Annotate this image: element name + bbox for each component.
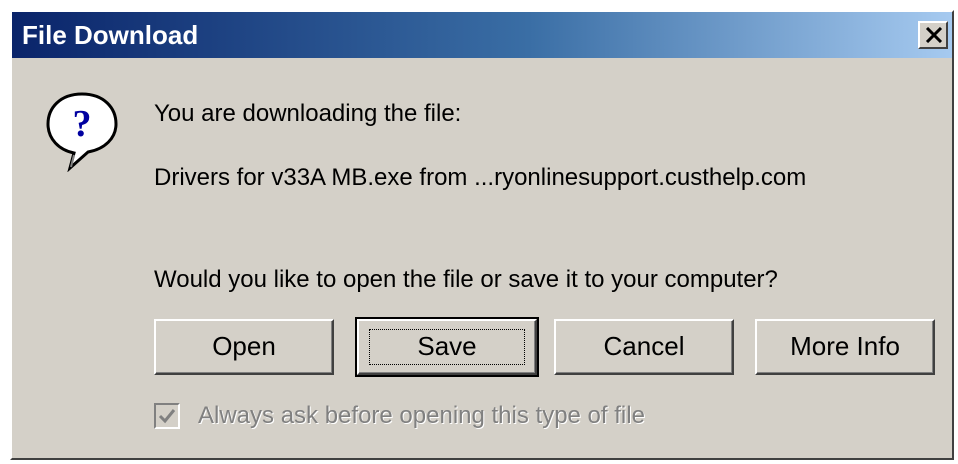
cancel-button[interactable]: Cancel bbox=[554, 319, 734, 375]
title-bar[interactable]: File Download bbox=[12, 12, 952, 58]
file-name-text: Drivers for v33A MB.exe from ...ryonline… bbox=[154, 164, 807, 191]
always-ask-checkbox[interactable] bbox=[154, 403, 180, 429]
more-info-button[interactable]: More Info bbox=[755, 319, 935, 375]
svg-text:?: ? bbox=[73, 103, 92, 145]
close-icon bbox=[925, 27, 943, 43]
question-icon: ? bbox=[42, 88, 122, 173]
download-intro-text: You are downloading the file: bbox=[154, 100, 462, 127]
question-text: Would you like to open the file or save … bbox=[154, 266, 778, 293]
open-button-label: Open bbox=[212, 331, 276, 361]
save-button[interactable]: Save bbox=[355, 317, 539, 377]
cancel-button-label: Cancel bbox=[603, 331, 685, 361]
open-button[interactable]: Open bbox=[154, 319, 334, 375]
checkmark-icon bbox=[158, 409, 176, 424]
always-ask-label: Always ask before opening this type of f… bbox=[198, 402, 645, 429]
close-button[interactable] bbox=[918, 21, 948, 49]
dialog-title: File Download bbox=[22, 20, 199, 50]
save-button-label: Save bbox=[417, 331, 477, 361]
more-info-button-label: More Info bbox=[790, 331, 900, 361]
file-download-dialog: File Download ? You are downloading the … bbox=[10, 10, 954, 460]
